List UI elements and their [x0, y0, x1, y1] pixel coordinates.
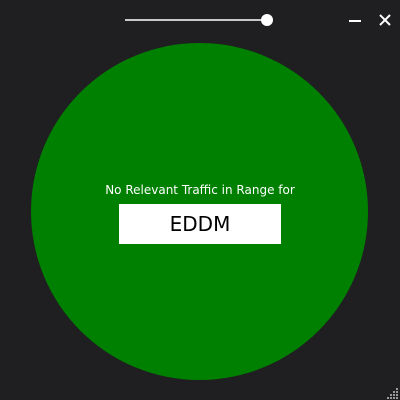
slider-fill	[125, 19, 267, 21]
minimize-button[interactable]	[345, 10, 365, 30]
status-message: No Relevant Traffic in Range for	[105, 183, 295, 197]
resize-grip-icon[interactable]	[387, 387, 399, 399]
airport-code: EDDM	[119, 204, 281, 244]
close-button[interactable]	[375, 10, 395, 30]
app-window: No Relevant Traffic in Range for EDDM	[0, 0, 400, 400]
minimize-icon	[349, 20, 361, 22]
close-icon	[379, 14, 391, 26]
opacity-slider[interactable]	[124, 12, 276, 28]
slider-thumb[interactable]	[260, 14, 273, 26]
